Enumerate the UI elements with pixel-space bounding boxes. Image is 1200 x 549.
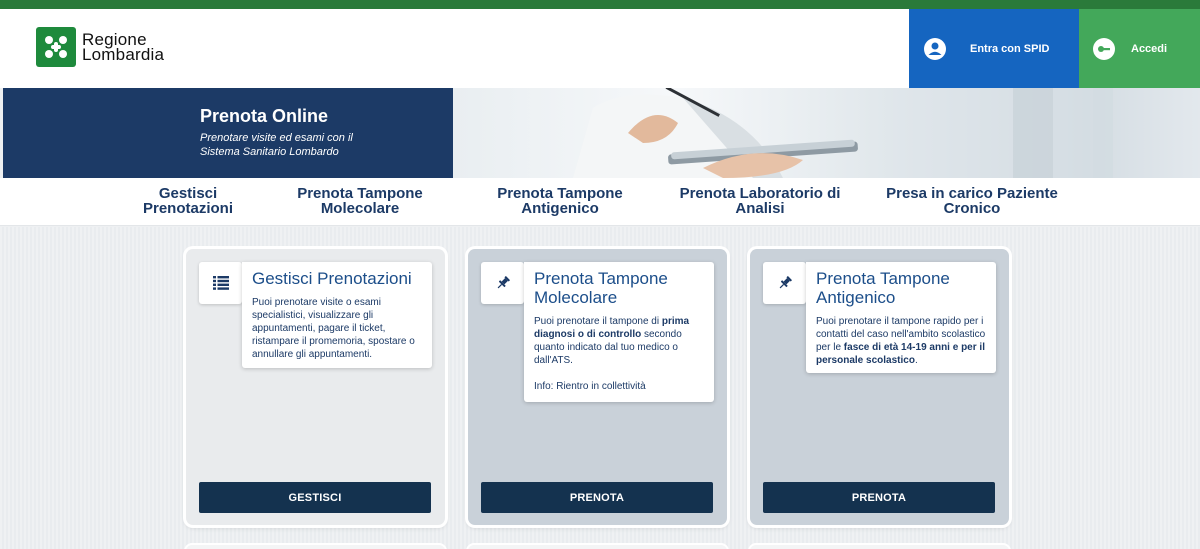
card-description: Puoi prenotare visite o esami specialist… xyxy=(252,297,415,360)
nav-label-line-2: Molecolare xyxy=(320,200,400,217)
card-title-line-1: Prenota Tampone xyxy=(534,269,668,288)
hero-text-block: Prenota Online Prenotare visite ed esami… xyxy=(3,88,453,178)
card-description: Puoi prenotare il tampone di prima diagn… xyxy=(534,315,704,367)
prenota-antigenico-button[interactable]: PRENOTA xyxy=(763,482,995,513)
nav-prenota-laboratorio-analisi[interactable]: Prenota Laboratorio di Analisi xyxy=(670,186,850,216)
nav-label-line-1: Prenota Tampone xyxy=(497,185,623,202)
gestisci-button[interactable]: GESTISCI xyxy=(199,482,431,513)
card-info-panel: Gestisci Prenotazioni Puoi prenotare vis… xyxy=(242,262,432,368)
nav-label-line-1: Gestisci xyxy=(158,185,218,202)
card-prenota-tampone-antigenico: Prenota Tampone Antigenico Puoi prenotar… xyxy=(750,249,1009,525)
nav-label-line-1: Prenota Tampone xyxy=(297,185,423,202)
key-icon xyxy=(1093,37,1115,60)
card-info-panel: Prenota Tampone Molecolare Puoi prenotar… xyxy=(524,262,714,402)
hero-title: Prenota Online xyxy=(200,106,329,126)
card-desc-text: Puoi prenotare il tampone di xyxy=(534,316,662,327)
top-accent-strip xyxy=(0,0,1200,9)
user-icon xyxy=(924,37,946,60)
card-prenota-tampone-molecolare: Prenota Tampone Molecolare Puoi prenotar… xyxy=(468,249,727,525)
nav-gestisci-prenotazioni[interactable]: Gestisci Prenotazioni xyxy=(138,186,238,216)
nav-label-line-1: Presa in carico Paziente xyxy=(886,185,1058,202)
hero-subtitle-line-2: Sistema Sanitario Lombardo xyxy=(200,146,339,158)
card-desc-text: . xyxy=(914,355,918,366)
site-header: Regione Lombardia Entra con SPID Accedi xyxy=(0,9,1200,88)
nav-label-line-2: Analisi xyxy=(735,200,785,217)
pin-icon xyxy=(763,262,806,304)
hero-banner: Prenota Online Prenotare visite ed esami… xyxy=(0,88,1200,178)
services-section: Gestisci Prenotazioni Puoi prenotare vis… xyxy=(0,227,1200,549)
pin-icon xyxy=(481,262,524,304)
nav-presa-in-carico-paziente-cronico[interactable]: Presa in carico Paziente Cronico xyxy=(872,186,1072,216)
hero-subtitle: Prenotare visite ed esami con il Sistema… xyxy=(200,131,400,159)
card-title: Prenota Tampone Antigenico xyxy=(816,269,986,307)
logo-line-2: Lombardia xyxy=(82,45,165,64)
nav-label-line-2: Cronico xyxy=(943,200,1001,217)
nav-label-line-2: Prenotazioni xyxy=(142,200,233,217)
hero-doctor-image xyxy=(453,88,1200,178)
next-row-card xyxy=(186,545,445,549)
card-title: Gestisci Prenotazioni xyxy=(252,269,412,288)
nav-label-line-2: Antigenico xyxy=(521,200,599,217)
card-info-panel: Prenota Tampone Antigenico Puoi prenotar… xyxy=(806,262,996,373)
spid-login-label: Entra con SPID xyxy=(970,42,1050,55)
list-icon xyxy=(199,262,242,304)
logo-wordmark: Regione Lombardia xyxy=(82,31,165,64)
nav-label-line-1: Prenota Laboratorio di xyxy=(679,185,841,202)
card-title-line-2: Molecolare xyxy=(534,288,618,307)
accedi-label: Accedi xyxy=(1131,42,1168,55)
card-title-line-1: Prenota Tampone xyxy=(816,269,950,288)
lombardia-rose-icon xyxy=(36,27,76,67)
next-row-card xyxy=(468,545,727,549)
card-info-link[interactable]: Info: Rientro in collettività xyxy=(534,381,704,392)
card-gestisci-prenotazioni: Gestisci Prenotazioni Puoi prenotare vis… xyxy=(186,249,445,525)
main-navigation: Gestisci Prenotazioni Prenota Tampone Mo… xyxy=(0,178,1200,226)
hero-subtitle-line-1: Prenotare visite ed esami con il xyxy=(200,132,353,144)
next-row-card xyxy=(750,545,1009,549)
card-title: Prenota Tampone Molecolare xyxy=(534,269,704,307)
accedi-button[interactable]: Accedi xyxy=(1079,9,1200,88)
spid-login-button[interactable]: Entra con SPID xyxy=(909,9,1079,88)
nav-prenota-tampone-antigenico[interactable]: Prenota Tampone Antigenico xyxy=(490,186,630,216)
prenota-molecolare-button[interactable]: PRENOTA xyxy=(481,482,713,513)
card-title-line-2: Antigenico xyxy=(816,288,896,307)
card-description: Puoi prenotare il tampone rapido per i c… xyxy=(816,315,986,367)
nav-prenota-tampone-molecolare[interactable]: Prenota Tampone Molecolare xyxy=(290,186,430,216)
regione-lombardia-logo[interactable]: Regione Lombardia xyxy=(36,27,164,67)
